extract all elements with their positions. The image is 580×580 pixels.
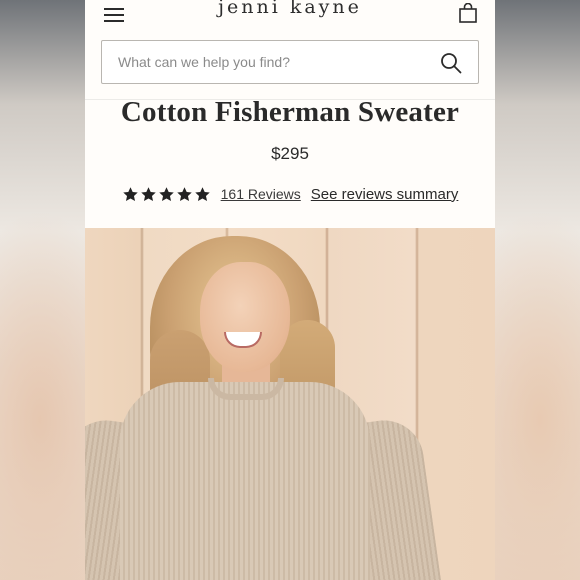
star-icon — [158, 186, 174, 201]
top-navigation-bar: jenni kayne — [85, 0, 495, 30]
product-title: Cotton Fisherman Sweater — [120, 96, 460, 128]
search-bar — [101, 40, 479, 84]
star-icon — [140, 186, 156, 201]
search-input[interactable] — [118, 41, 418, 83]
mobile-page: jenni kayne Cotton Fisherman Sweater $29… — [85, 0, 495, 580]
reviews-count-link[interactable]: 161 Reviews — [221, 186, 301, 202]
search-box — [101, 40, 479, 84]
shopping-bag-icon[interactable] — [459, 3, 477, 23]
rating-row: 161 Reviews See reviews summary — [85, 183, 495, 205]
product-price: $295 — [271, 144, 309, 163]
star-icon — [176, 186, 192, 201]
reviews-summary-link[interactable]: See reviews summary — [311, 186, 459, 203]
star-icon — [122, 186, 138, 201]
star-rating — [122, 186, 211, 203]
product-hero-image[interactable] — [85, 228, 495, 580]
search-icon[interactable] — [440, 52, 462, 74]
star-icon — [194, 186, 210, 201]
brand-logo[interactable]: jenni kayne — [85, 0, 495, 18]
